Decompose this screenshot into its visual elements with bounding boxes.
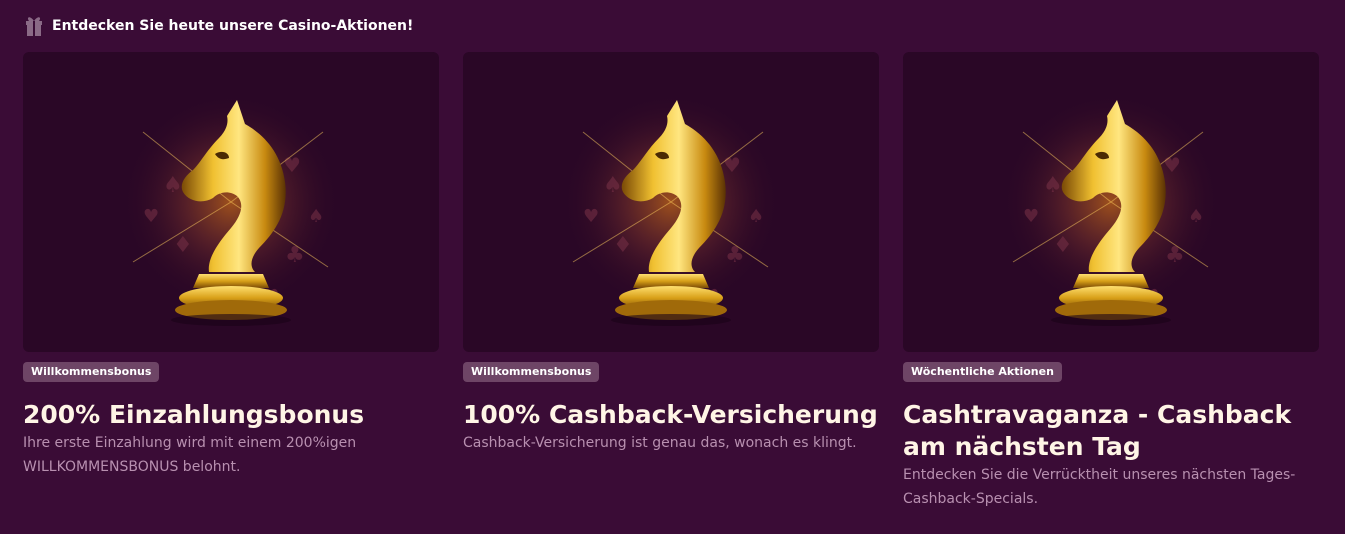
promotions-title: Entdecken Sie heute unsere Casino-Aktion…	[52, 18, 414, 34]
promotion-card-cashback-insurance[interactable]: Willkommensbonus 100% Cashback-Versicher…	[463, 52, 879, 511]
promotion-title[interactable]: 200% Einzahlungsbonus	[23, 399, 439, 431]
promotion-title[interactable]: 100% Cashback-Versicherung	[463, 399, 879, 431]
chess-knight-image	[1000, 91, 1222, 327]
promotion-description: Cashback-Versicherung ist genau das, won…	[463, 435, 857, 451]
promotion-image[interactable]	[463, 52, 879, 352]
promotion-card-welcome-bonus[interactable]: Willkommensbonus 200% Einzahlungsbonus I…	[23, 52, 439, 511]
promotions-header: Entdecken Sie heute unsere Casino-Aktion…	[24, 14, 413, 38]
promotion-image[interactable]	[23, 52, 439, 352]
promotion-card-cashtravaganza[interactable]: Wöchentliche Aktionen Cashtravaganza - C…	[903, 52, 1319, 511]
promotion-badge[interactable]: Wöchentliche Aktionen	[903, 362, 1062, 382]
promotion-description: Entdecken Sie die Verrücktheit unseres n…	[903, 467, 1296, 507]
promotions-list: Willkommensbonus 200% Einzahlungsbonus I…	[23, 52, 1319, 511]
promotion-badge[interactable]: Willkommensbonus	[23, 362, 160, 382]
chess-knight-image	[560, 91, 782, 327]
promotion-description: Ihre erste Einzahlung wird mit einem 200…	[23, 435, 357, 475]
chess-knight-image	[120, 91, 342, 327]
promotion-badge[interactable]: Willkommensbonus	[463, 362, 600, 382]
gift-icon	[26, 17, 42, 36]
promotion-title[interactable]: Cashtravaganza - Cashback am nächsten Ta…	[903, 399, 1319, 463]
promotion-image[interactable]	[903, 52, 1319, 352]
